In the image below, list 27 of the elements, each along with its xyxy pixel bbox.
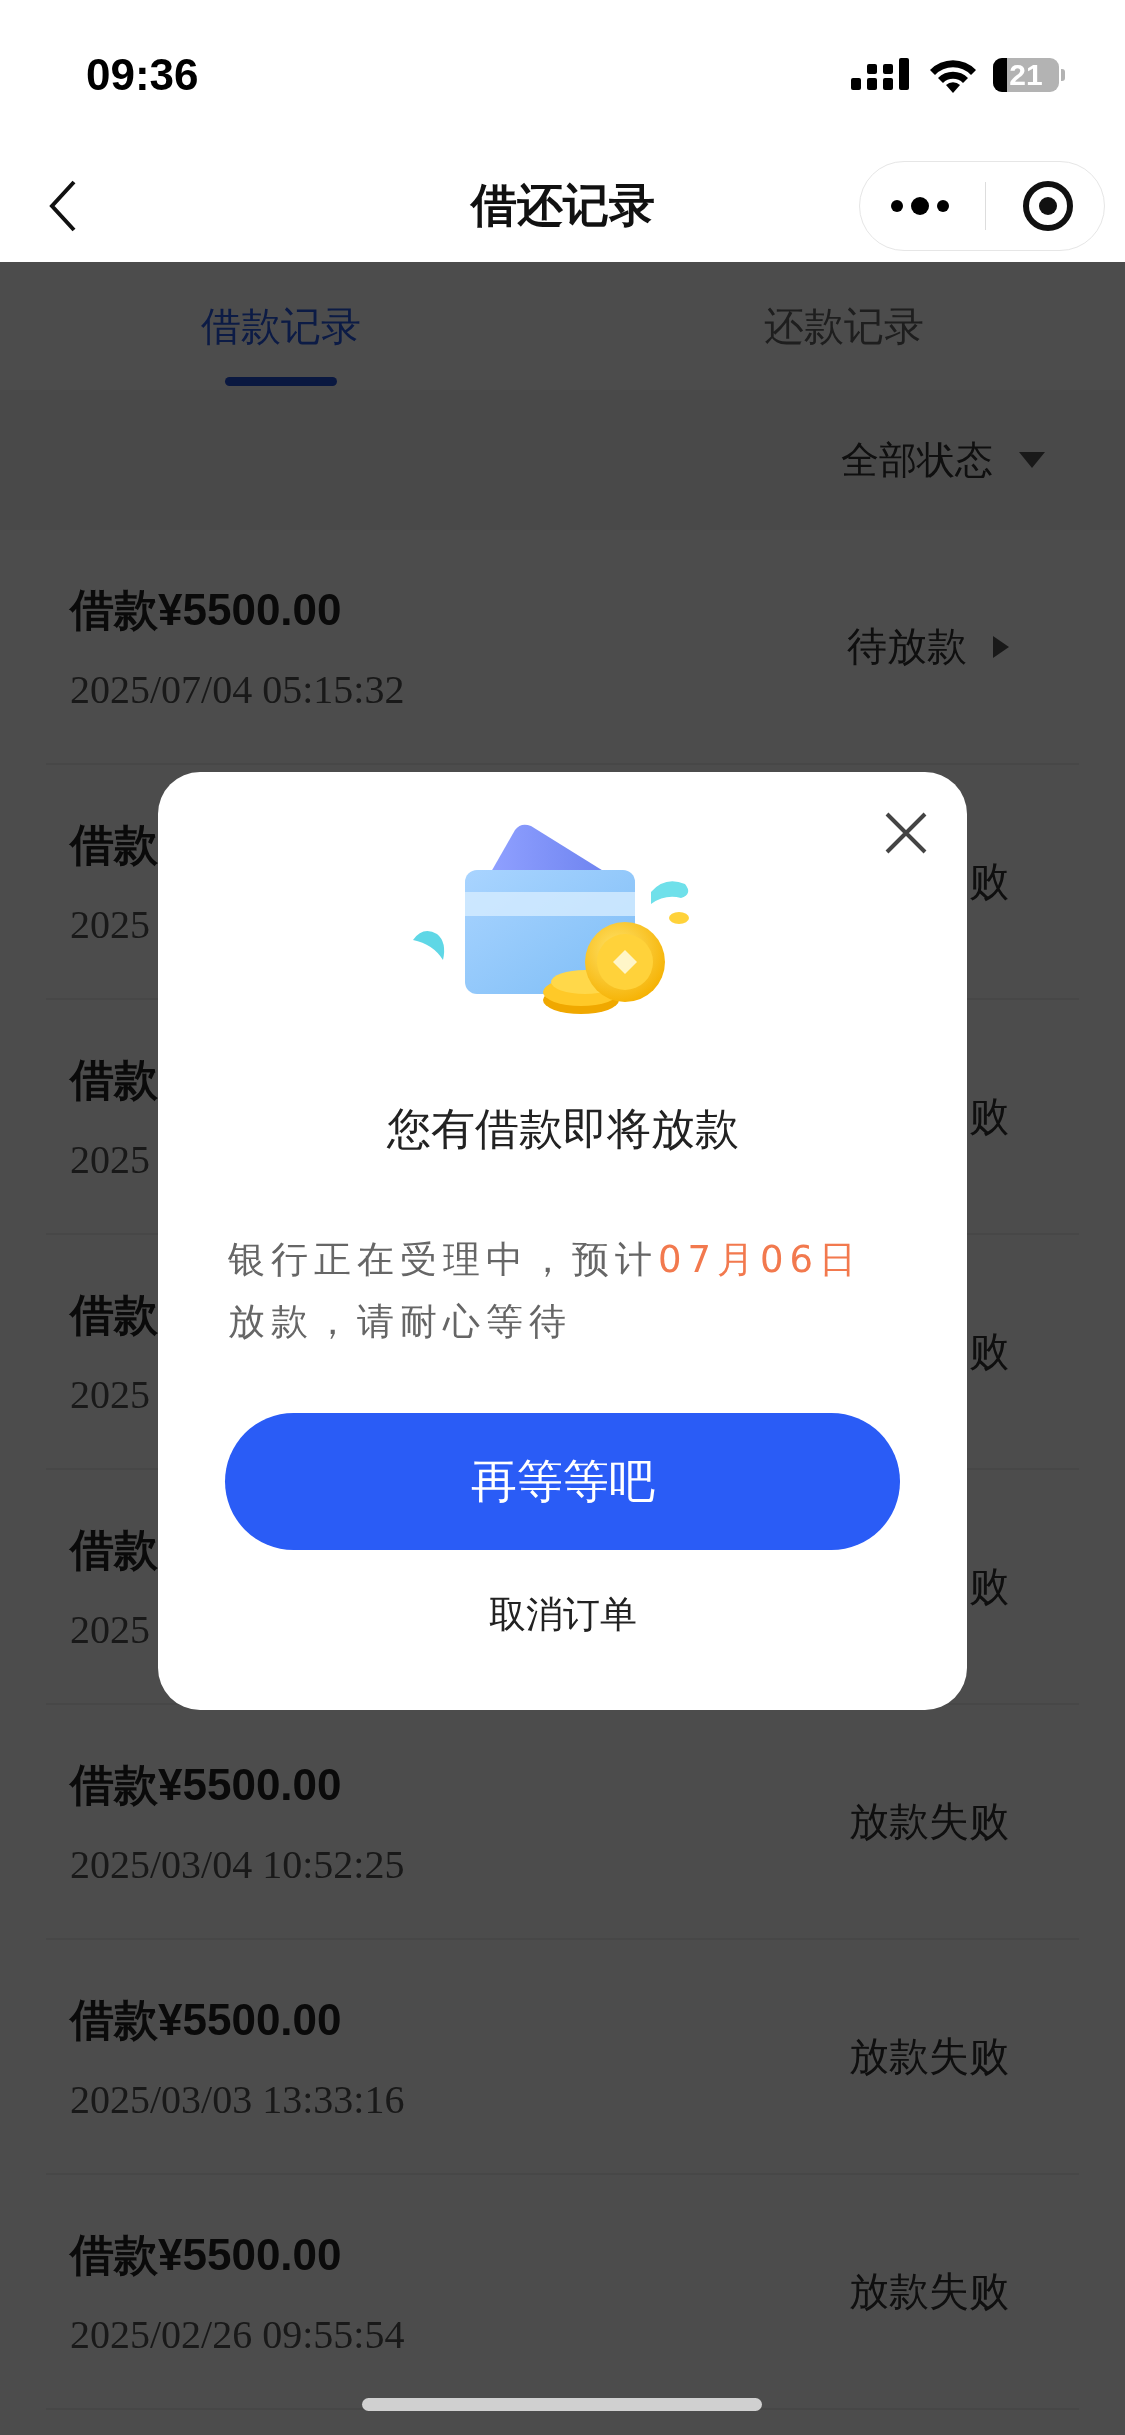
back-icon[interactable] [48,180,78,232]
loan-amount: 借款¥5500.00 [70,1758,343,1811]
loan-amount: 借款 [70,1523,158,1576]
loan-status: 败 [969,857,1009,906]
status-time: 09:36 [86,50,199,100]
loan-status: 放款失败 [849,2267,1009,2316]
loan-amount: 借款 [70,818,158,871]
cancel-order-button[interactable]: 取消订单 [480,1586,645,1644]
loan-amount: 借款¥5500.00 [70,1993,343,2046]
more-icon[interactable] [889,196,950,216]
wait-button[interactable]: 再等等吧 [225,1413,900,1550]
loan-amount: 借款 [70,1288,158,1341]
loan-status: 败 [969,1327,1009,1376]
target-icon[interactable] [1022,180,1075,232]
close-icon[interactable] [885,812,927,854]
loan-amount: 借款 [70,1053,158,1106]
loan-status: 待放款 [847,622,967,671]
loan-amount: 借款¥5500.00 [70,2228,343,2281]
loan-status: 放款失败 [849,1797,1009,1846]
dialog-message: 银行正在受理中，预计 07月06日 放款，请耐心等待 [228,1237,864,1345]
loan-amount: 借款¥5500.00 [70,583,343,636]
loan-status: 败 [969,1092,1009,1141]
page-title: 借还记录 [469,177,656,234]
wifi-icon [929,57,977,93]
loan-status: 放款失败 [849,2032,1009,2081]
loan-status: 败 [969,1562,1009,1611]
dialog-title: 您有借款即将放款 [386,1102,739,1156]
